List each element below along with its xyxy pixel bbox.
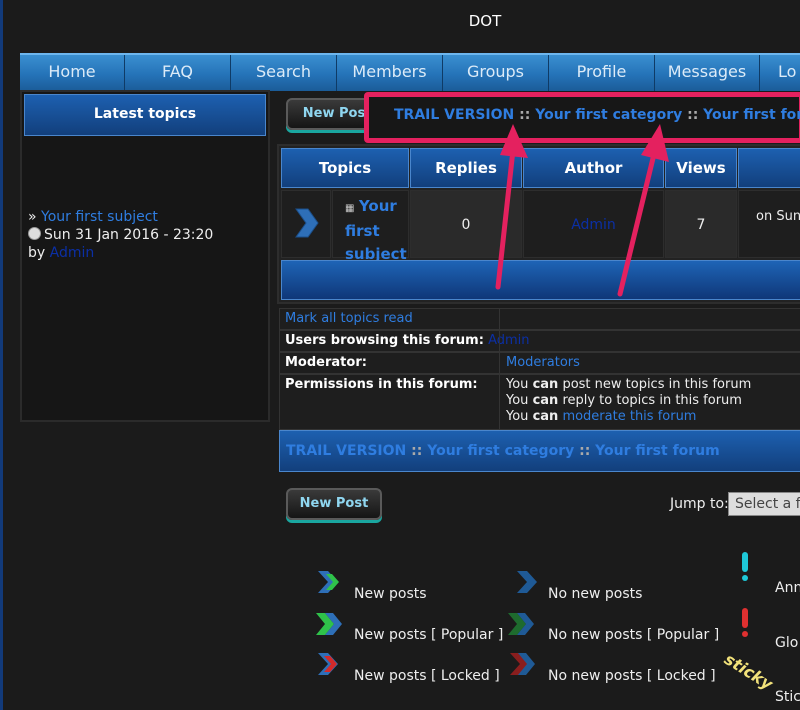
topics-footer-bar xyxy=(281,260,800,300)
nav-logout[interactable]: Lo xyxy=(760,55,800,91)
legend-new-locked: New posts [ Locked ] xyxy=(354,668,500,684)
breadcrumb-root[interactable]: TRAIL VERSION xyxy=(394,107,514,123)
latest-topic-author[interactable]: Admin xyxy=(50,245,95,261)
breadcrumb-top: TRAIL VERSION :: Your first category :: … xyxy=(394,107,800,123)
breadcrumb-root[interactable]: TRAIL VERSION xyxy=(286,443,406,459)
nav-profile[interactable]: Profile xyxy=(549,55,655,91)
latest-topics-title: Latest topics xyxy=(24,94,266,136)
legend-no-new-popular: No new posts [ Popular ] xyxy=(548,627,720,643)
perm-text: reply to topics in this forum xyxy=(562,393,742,408)
new-locked-icon xyxy=(318,653,338,675)
permissions-list: You can post new topics in this forum Yo… xyxy=(506,377,751,425)
perm-can: can xyxy=(532,393,559,408)
breadcrumb-category[interactable]: Your first category xyxy=(535,107,682,123)
clock-icon xyxy=(28,227,41,240)
page-left-edge xyxy=(0,0,3,710)
legend-announcement: Ann xyxy=(775,580,800,596)
breadcrumb-category[interactable]: Your first category xyxy=(427,443,574,459)
topic-title-lines: ▦ Your first subject xyxy=(345,195,407,266)
new-popular-icon xyxy=(316,613,342,635)
bullet: » xyxy=(28,209,37,225)
nav-search[interactable]: Search xyxy=(231,55,337,91)
users-browsing: Users browsing this forum: Admin xyxy=(285,333,530,348)
perm-can: can xyxy=(532,409,559,424)
breadcrumb-bottom: TRAIL VERSION :: Your first category :: … xyxy=(279,430,800,472)
nav-members[interactable]: Members xyxy=(337,55,443,91)
topics-table: Topics Replies Author Views ▦ Your first… xyxy=(277,144,800,304)
no-new-locked-icon xyxy=(510,653,535,675)
legend-new-popular: New posts [ Popular ] xyxy=(354,627,504,643)
site-title: DOT xyxy=(468,12,502,30)
info-row-users: Users browsing this forum: Admin xyxy=(279,330,800,352)
legend-new-posts: New posts xyxy=(354,586,427,602)
topic-title-line-1[interactable]: Your xyxy=(359,197,397,215)
latest-topic-entry: » Your first subject Sun 31 Jan 2016 - 2… xyxy=(28,208,268,262)
col-author: Author xyxy=(523,148,664,188)
topic-status-icon xyxy=(295,208,319,238)
topic-replies: 0 xyxy=(410,190,522,258)
col-topics: Topics xyxy=(281,148,409,188)
breadcrumb-sep: :: xyxy=(687,107,699,123)
breadcrumb-sep: :: xyxy=(411,443,423,459)
perm-can: can xyxy=(532,377,559,392)
topic-views: 7 xyxy=(665,190,737,258)
perm-text: You xyxy=(506,377,529,392)
col-replies: Replies xyxy=(410,148,522,188)
new-post-button-bottom[interactable]: New Post xyxy=(286,488,382,520)
moderate-forum-link[interactable]: moderate this forum xyxy=(562,409,696,424)
topic-last-post: on Sun xyxy=(738,190,800,258)
perm-text: post new topics in this forum xyxy=(562,377,752,392)
latest-topic-link[interactable]: Your first subject xyxy=(41,209,158,225)
no-new-posts-icon xyxy=(517,571,537,593)
legend-no-new-posts: No new posts xyxy=(548,586,643,602)
nav-home[interactable]: Home xyxy=(20,55,125,91)
nav-messages[interactable]: Messages xyxy=(655,55,760,91)
by-label: by xyxy=(28,245,46,261)
legend-sticky: Stic xyxy=(775,689,800,705)
latest-topic-date: Sun 31 Jan 2016 - 23:20 xyxy=(44,227,214,243)
col-views: Views xyxy=(665,148,737,188)
doc-icon: ▦ xyxy=(345,203,355,214)
announcement-icon xyxy=(742,552,748,581)
col-last-post xyxy=(738,148,800,188)
topic-title-cell: ▦ Your first subject xyxy=(332,190,409,263)
jump-to-label: Jump to: xyxy=(670,496,729,512)
new-posts-icon xyxy=(318,571,339,593)
info-row-mark-read: Mark all topics read xyxy=(279,308,800,330)
perm-text: You xyxy=(506,393,529,408)
main-navbar: Home FAQ Search Members Groups Profile M… xyxy=(20,53,800,91)
no-new-popular-icon xyxy=(508,613,534,635)
moderators-link[interactable]: Moderators xyxy=(506,355,580,371)
users-browsing-label: Users browsing this forum: xyxy=(285,333,484,348)
users-browsing-admin[interactable]: Admin xyxy=(488,333,529,348)
breadcrumb-forum[interactable]: Your first forum xyxy=(703,107,800,123)
latest-topics-panel: Latest topics » Your first subject Sun 3… xyxy=(20,90,270,422)
mark-all-read-link[interactable]: Mark all topics read xyxy=(285,311,413,326)
breadcrumb-sep: :: xyxy=(519,107,531,123)
info-divider xyxy=(499,308,500,430)
sticky-icon: sticky xyxy=(721,649,777,694)
perm-text: You xyxy=(506,409,529,424)
moderator-label: Moderator: xyxy=(285,355,367,370)
breadcrumb-sep: :: xyxy=(579,443,591,459)
topic-author: Admin xyxy=(523,190,664,258)
topic-title-line-2[interactable]: first xyxy=(345,222,380,240)
nav-groups[interactable]: Groups xyxy=(443,55,549,91)
legend-no-new-locked: No new posts [ Locked ] xyxy=(548,668,716,684)
permissions-label: Permissions in this forum: xyxy=(285,377,478,392)
legend-global: Glo xyxy=(775,635,799,651)
nav-faq[interactable]: FAQ xyxy=(125,55,231,91)
global-announcement-icon xyxy=(742,608,748,637)
breadcrumb-forum[interactable]: Your first forum xyxy=(595,443,720,459)
topic-author-link[interactable]: Admin xyxy=(571,217,616,233)
topic-status-cell xyxy=(281,190,331,258)
jump-to-select[interactable]: Select a f xyxy=(728,492,800,516)
info-row-permissions: Permissions in this forum: You can post … xyxy=(279,374,800,430)
info-row-moderator: Moderator: Moderators xyxy=(279,352,800,374)
breadcrumb-highlight-box: TRAIL VERSION :: Your first category :: … xyxy=(364,92,800,143)
